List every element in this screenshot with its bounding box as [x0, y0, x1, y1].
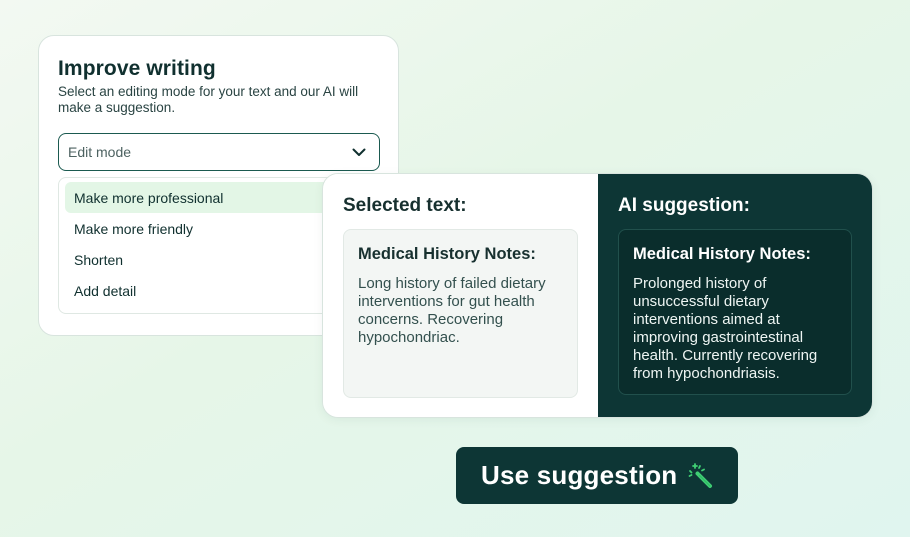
menu-item-label: Make more professional — [74, 189, 224, 206]
ai-suggestion-heading: AI suggestion: — [618, 195, 750, 216]
use-suggestion-label: Use suggestion — [481, 460, 678, 490]
use-suggestion-button[interactable]: Use suggestion — [456, 447, 738, 504]
comparison-card: Selected text: Medical History Notes: Lo… — [322, 173, 873, 418]
improve-writing-subtitle: Select an editing mode for your text and… — [58, 84, 359, 115]
menu-item-label: Make more friendly — [74, 220, 194, 237]
improve-writing-title: Improve writing — [58, 57, 216, 80]
ai-suggestion-body: Prolonged history of unsuccessful dietar… — [633, 275, 818, 382]
chevron-down-icon — [351, 144, 367, 160]
magic-wand-icon — [686, 462, 714, 490]
selected-text-heading: Selected text: — [343, 195, 467, 216]
menu-item-label: Shorten — [74, 251, 124, 268]
selected-text-body: Long history of failed dietary intervent… — [358, 275, 546, 346]
selected-text-pane: Selected text: Medical History Notes: Lo… — [323, 174, 598, 417]
edit-mode-select[interactable]: Edit mode — [58, 133, 380, 171]
ai-suggestion-box-title: Medical History Notes: — [633, 245, 811, 263]
selected-text-box-title: Medical History Notes: — [358, 245, 536, 263]
edit-mode-select-value: Edit mode — [68, 144, 132, 160]
ai-suggestion-pane: AI suggestion: Medical History Notes: Pr… — [598, 174, 872, 417]
menu-item-label: Add detail — [74, 282, 137, 299]
ai-suggestion-box: Medical History Notes: Prolonged history… — [618, 229, 852, 395]
selected-text-box: Medical History Notes: Long history of f… — [343, 229, 578, 398]
